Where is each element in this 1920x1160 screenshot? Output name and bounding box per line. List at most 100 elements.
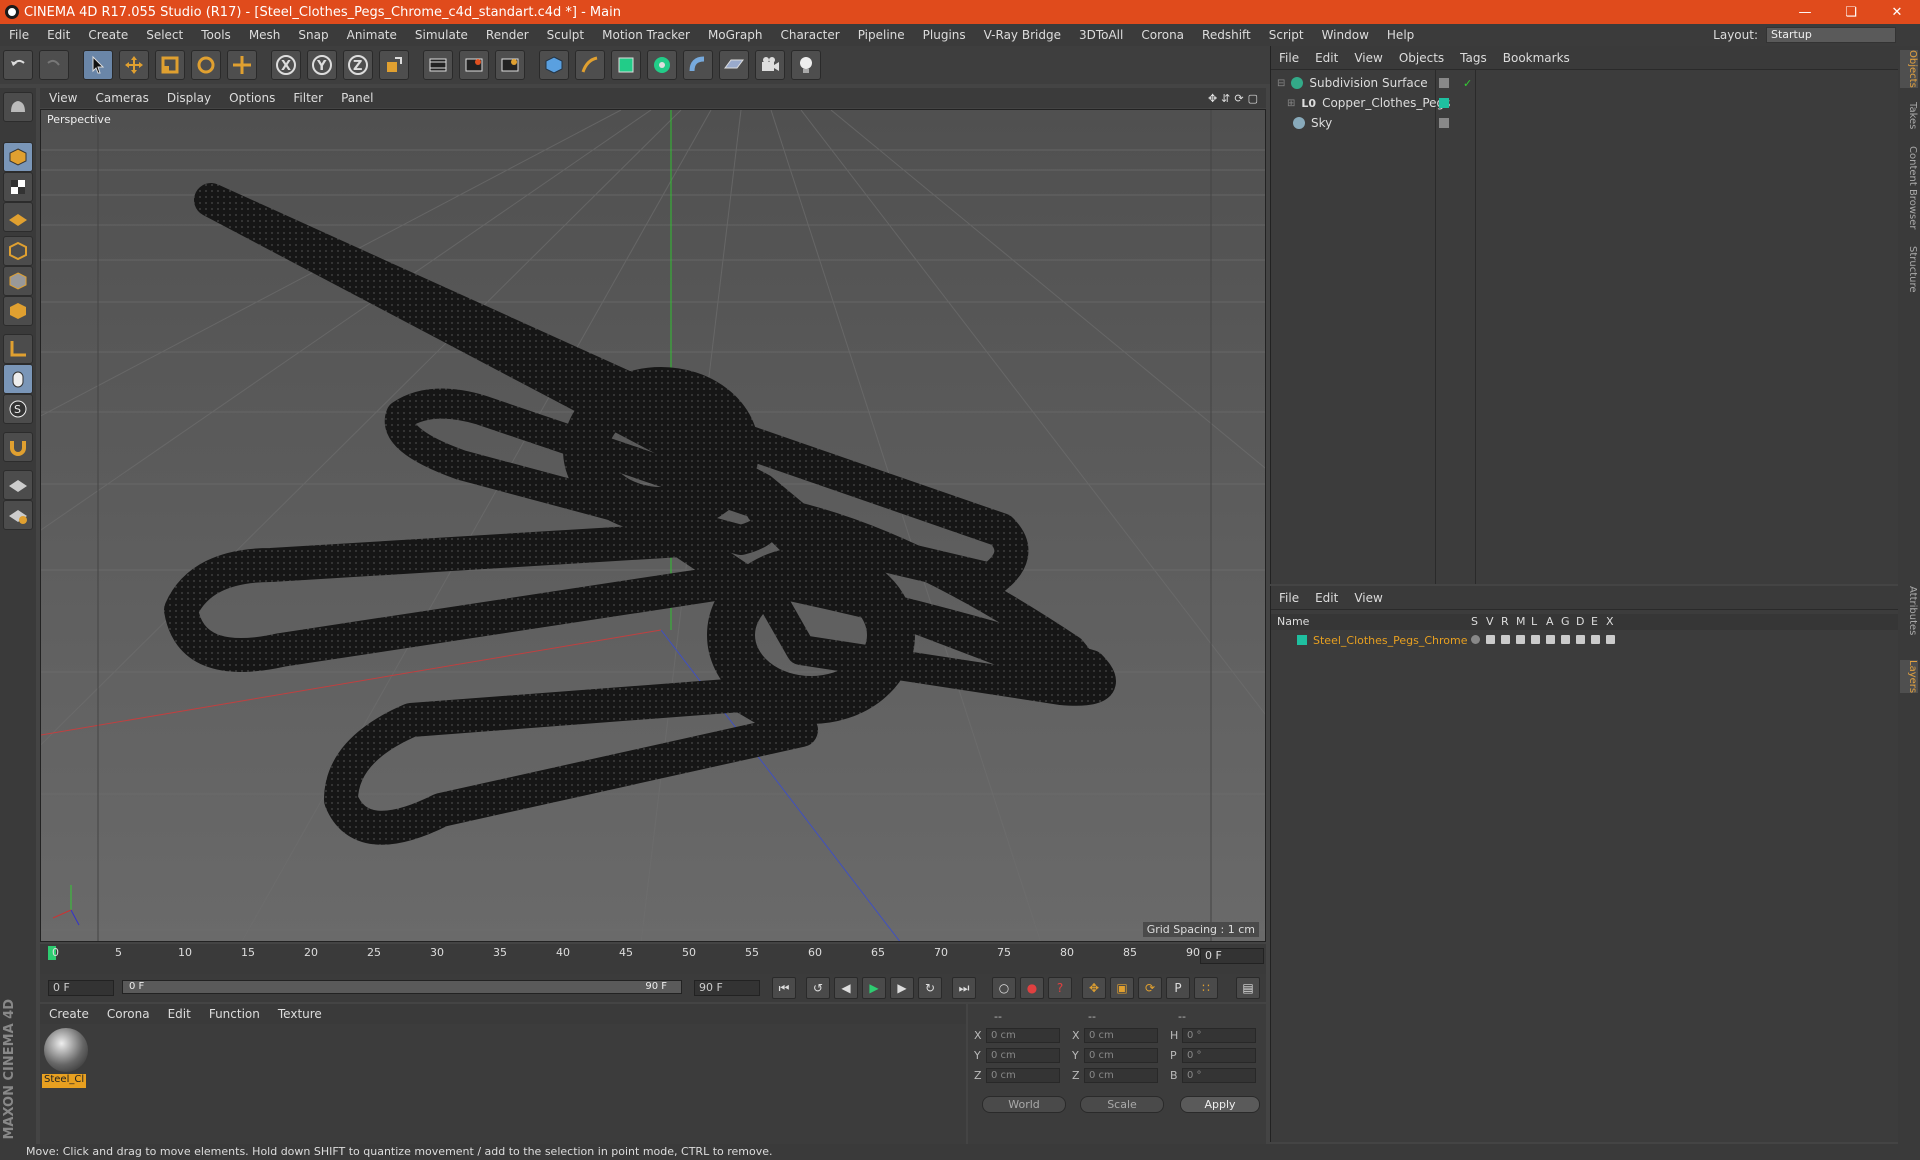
visibility-check-icon[interactable] [1439,78,1449,88]
layer-toggle-icon[interactable] [1591,635,1600,644]
object-menu-view[interactable]: View [1346,51,1390,65]
object-menu-bookmarks[interactable]: Bookmarks [1495,51,1578,65]
previous-frame-icon[interactable]: ◀ [834,977,858,999]
render-view-icon[interactable] [423,50,453,80]
menu-item-pipeline[interactable]: Pipeline [849,28,914,42]
layer-toggle-icon[interactable] [1486,635,1495,644]
menu-item-motion-tracker[interactable]: Motion Tracker [593,28,699,42]
floor-icon[interactable] [719,50,749,80]
key-parameter-icon[interactable]: P [1166,977,1190,999]
right-tab-attributes[interactable]: Attributes [1900,586,1918,635]
material-menu-function[interactable]: Function [200,1007,269,1021]
layer-toggle-icon[interactable] [1546,635,1555,644]
close-button[interactable]: ✕ [1874,0,1920,24]
right-tab-layers[interactable]: Layers [1900,660,1918,694]
material-menu-texture[interactable]: Texture [269,1007,331,1021]
points-mode-icon[interactable] [3,236,33,266]
layer-toggle-icon[interactable] [1576,635,1585,644]
layer-col-header[interactable]: L [1531,615,1537,628]
start-frame-field[interactable]: 0 F [48,980,114,996]
redo-icon[interactable] [39,50,69,80]
layer-col-header[interactable]: D [1576,615,1584,628]
layer-col-header[interactable]: G [1561,615,1570,628]
locked-workplane-icon[interactable] [3,470,33,500]
orbit-icon[interactable]: ⟳ [1234,92,1243,105]
z-axis-icon[interactable]: Z [343,50,373,80]
menu-item-tools[interactable]: Tools [192,28,240,42]
viewport-menu-display[interactable]: Display [158,91,220,105]
coord-value-field[interactable]: 0 cm [986,1068,1060,1083]
material-menu-corona[interactable]: Corona [98,1007,159,1021]
render-picture-viewer-icon[interactable] [459,50,489,80]
autokeying-icon[interactable]: ? [1048,977,1072,999]
layer-col-header[interactable]: R [1501,615,1509,628]
subdivision-icon[interactable] [611,50,641,80]
coord-value-field[interactable]: 0 cm [986,1048,1060,1063]
menu-item-select[interactable]: Select [137,28,192,42]
go-to-start-icon[interactable]: ⏮ [772,977,796,999]
object-row-copper[interactable]: ⊞ L0 Copper_Clothes_Pegs [1271,94,1899,112]
layer-toggle-icon[interactable] [1561,635,1570,644]
timeline[interactable]: 0 5 10 15 20 25 30 35 40 45 50 55 60 65 70 75 80 85 90 0 F [40,944,1266,974]
object-row-subdivision[interactable]: ⊟ Subdivision Surface ✓ [1271,74,1899,92]
coord-value-field[interactable]: 0 cm [986,1028,1060,1043]
timeline-window-icon[interactable]: ▤ [1236,977,1260,999]
y-axis-icon[interactable]: Y [307,50,337,80]
apply-button[interactable]: Apply [1180,1096,1260,1113]
polygons-mode-icon[interactable] [3,296,33,326]
go-to-end-icon[interactable]: ⏭ [952,977,976,999]
dolly-icon[interactable]: ⇵ [1221,92,1230,105]
record-active-objects-icon[interactable]: ● [1020,977,1044,999]
coord-value-field[interactable]: 0 cm [1084,1048,1158,1063]
viewport-menu-filter[interactable]: Filter [284,91,332,105]
menu-item-plugins[interactable]: Plugins [914,28,975,42]
menu-item-character[interactable]: Character [771,28,848,42]
menu-item-window[interactable]: Window [1313,28,1378,42]
camera-icon[interactable] [755,50,785,80]
menu-item-file[interactable]: File [0,28,38,42]
make-editable-icon[interactable] [3,92,33,122]
next-key-icon[interactable]: ↻ [918,977,942,999]
play-icon[interactable]: ▶ [862,977,886,999]
layer-col-header[interactable]: A [1546,615,1554,628]
tweak-mode-icon[interactable] [3,364,33,394]
menu-item-create[interactable]: Create [79,28,137,42]
layer-toggle-icon[interactable] [1501,635,1510,644]
perspective-viewport[interactable]: Perspective Grid Spacing : 1 cm [40,109,1266,942]
next-frame-icon[interactable]: ▶ [890,977,914,999]
pan-icon[interactable]: ✥ [1208,92,1217,105]
material-preview[interactable] [44,1028,88,1072]
viewport-menu-cameras[interactable]: Cameras [86,91,157,105]
workplane-mode-icon[interactable] [3,202,33,232]
viewport-menu-options[interactable]: Options [220,91,284,105]
coord-value-field[interactable]: 0 ° [1182,1028,1256,1043]
layer-col-header[interactable]: E [1591,615,1598,628]
select-arrow-icon[interactable] [83,50,113,80]
object-menu-file[interactable]: File [1271,51,1307,65]
layout-dropdown[interactable]: Startup [1766,27,1896,43]
layer-toggle-icon[interactable] [1606,635,1615,644]
toggle-view-icon[interactable]: ▢ [1248,92,1258,105]
magnet-icon[interactable] [3,432,33,462]
previous-key-icon[interactable]: ↺ [806,977,830,999]
texture-mode-icon[interactable] [3,172,33,202]
minimize-button[interactable]: — [1782,0,1828,24]
layer-menu-view[interactable]: View [1346,591,1390,605]
enabled-check-icon[interactable]: ✓ [1463,77,1472,90]
layer-col-header[interactable]: M [1516,615,1526,628]
menu-item-3dtoall[interactable]: 3DToAll [1070,28,1132,42]
model-mode-icon[interactable] [3,142,33,172]
material-menu-create[interactable]: Create [40,1007,98,1021]
menu-item-sculpt[interactable]: Sculpt [538,28,593,42]
menu-item-animate[interactable]: Animate [338,28,406,42]
snap-icon[interactable]: S [3,394,33,424]
object-menu-objects[interactable]: Objects [1391,51,1452,65]
pen-icon[interactable] [575,50,605,80]
material-tag-icon[interactable] [1439,98,1449,108]
coordinate-system-icon[interactable] [379,50,409,80]
end-frame-field[interactable]: 90 F [694,980,760,996]
right-tab-structure[interactable]: Structure [1900,246,1918,293]
key-pla-icon[interactable]: ∷ [1194,977,1218,999]
coord-value-field[interactable]: 0 cm [1084,1028,1158,1043]
axis-mode-icon[interactable] [3,334,33,364]
